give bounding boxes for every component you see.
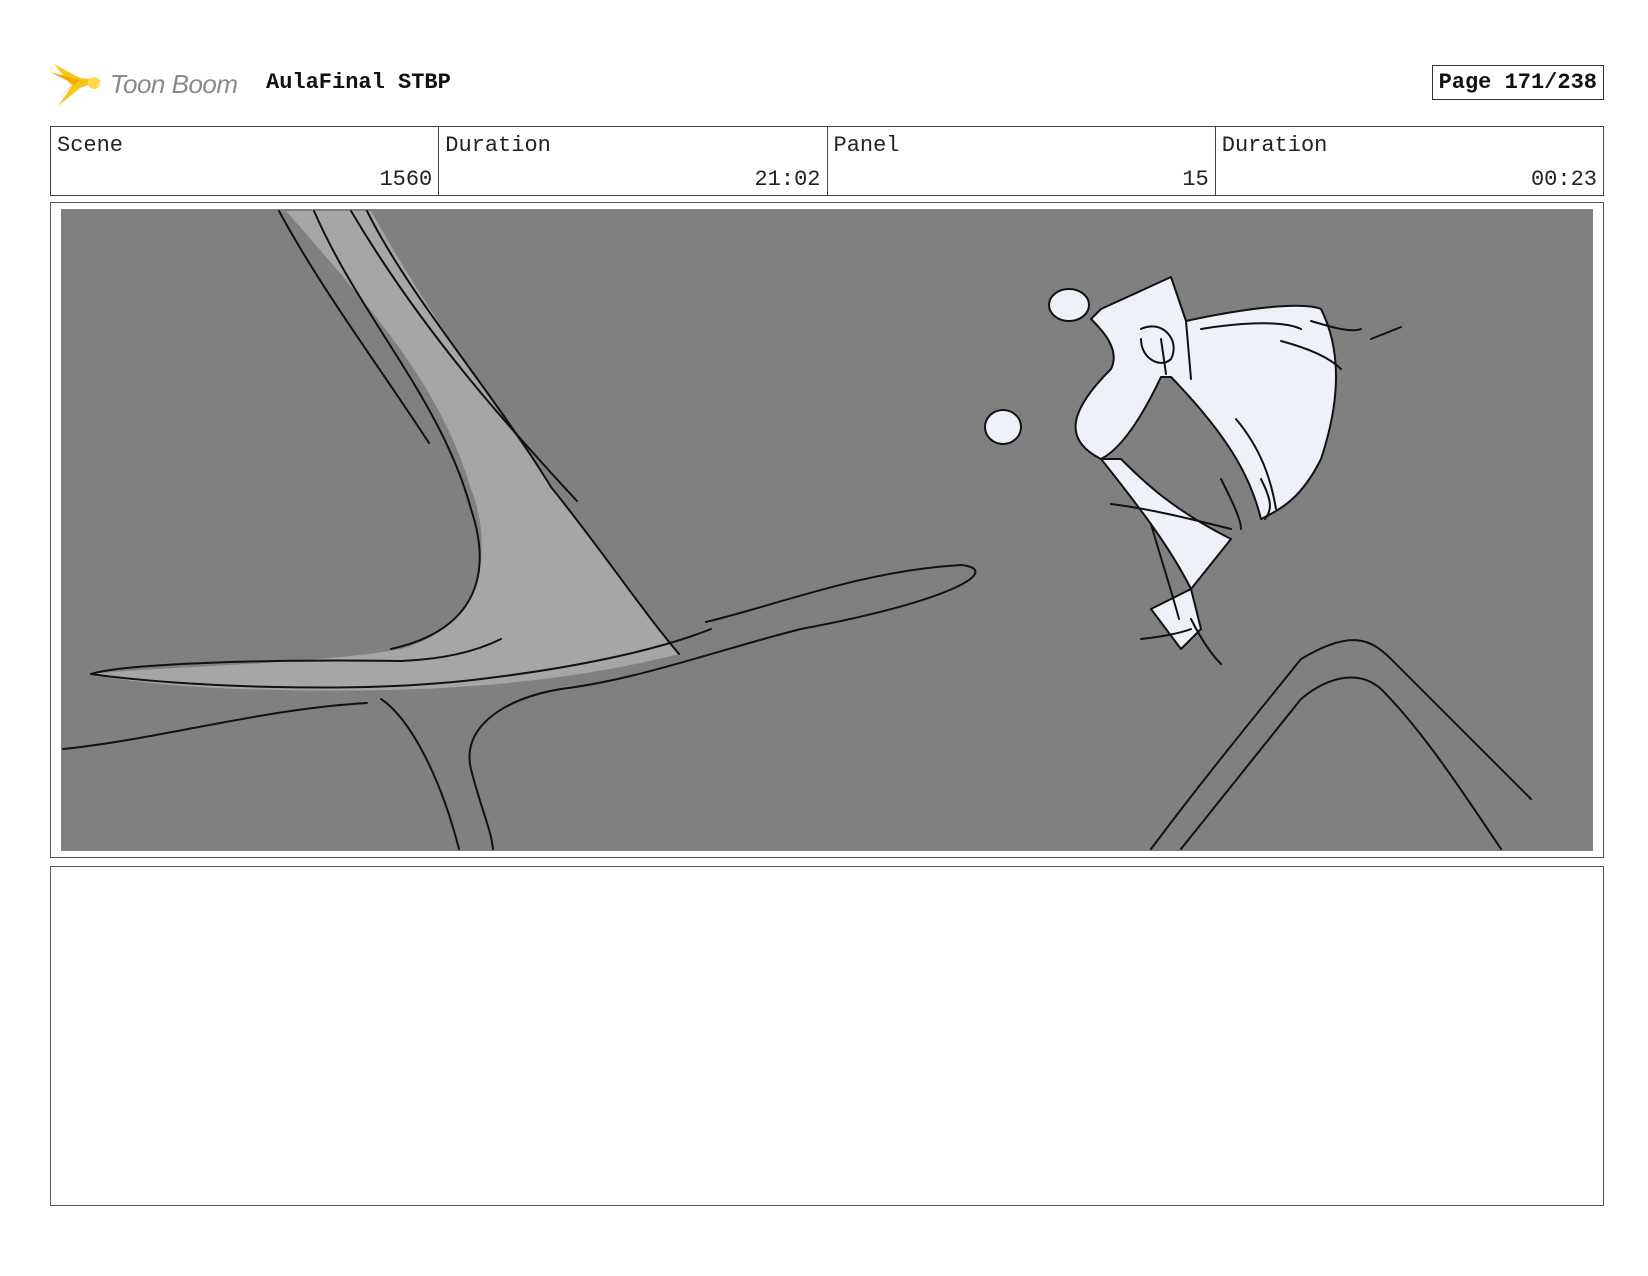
panel-notes-box — [50, 866, 1604, 1206]
project-title: AulaFinal STBP — [266, 70, 451, 95]
logo-text: Toon Boom — [110, 68, 238, 99]
scene-label: Scene — [57, 133, 124, 158]
scene-info-row: Scene 1560 Duration 21:02 Panel 15 Durat… — [50, 126, 1604, 196]
toon-boom-logo: Toon Boom — [50, 58, 238, 110]
scene-value: 1560 — [379, 167, 433, 192]
scene-cell: Scene 1560 — [51, 127, 440, 195]
storyboard-panel-frame — [50, 202, 1604, 858]
scene-duration-cell: Duration 21:02 — [439, 127, 828, 195]
structure-fill — [91, 211, 679, 691]
page-header: Toon Boom AulaFinal STBP Page 171/238 — [50, 58, 1604, 110]
panel-duration-cell: Duration 00:23 — [1216, 127, 1603, 195]
panel-label: Panel — [833, 133, 900, 158]
panel-duration-value: 00:23 — [1530, 167, 1597, 192]
storyboard-sketch — [62, 210, 1532, 850]
storyboard-panel-image — [61, 209, 1593, 851]
panel-value: 15 — [1182, 167, 1209, 192]
scene-duration-label: Duration — [445, 133, 551, 158]
panel-cell: Panel 15 — [828, 127, 1216, 195]
page-number: Page 171/238 — [1431, 65, 1604, 100]
scene-duration-value: 21:02 — [754, 167, 821, 192]
starburst-icon — [50, 64, 102, 106]
panel-duration-label: Duration — [1221, 133, 1328, 158]
